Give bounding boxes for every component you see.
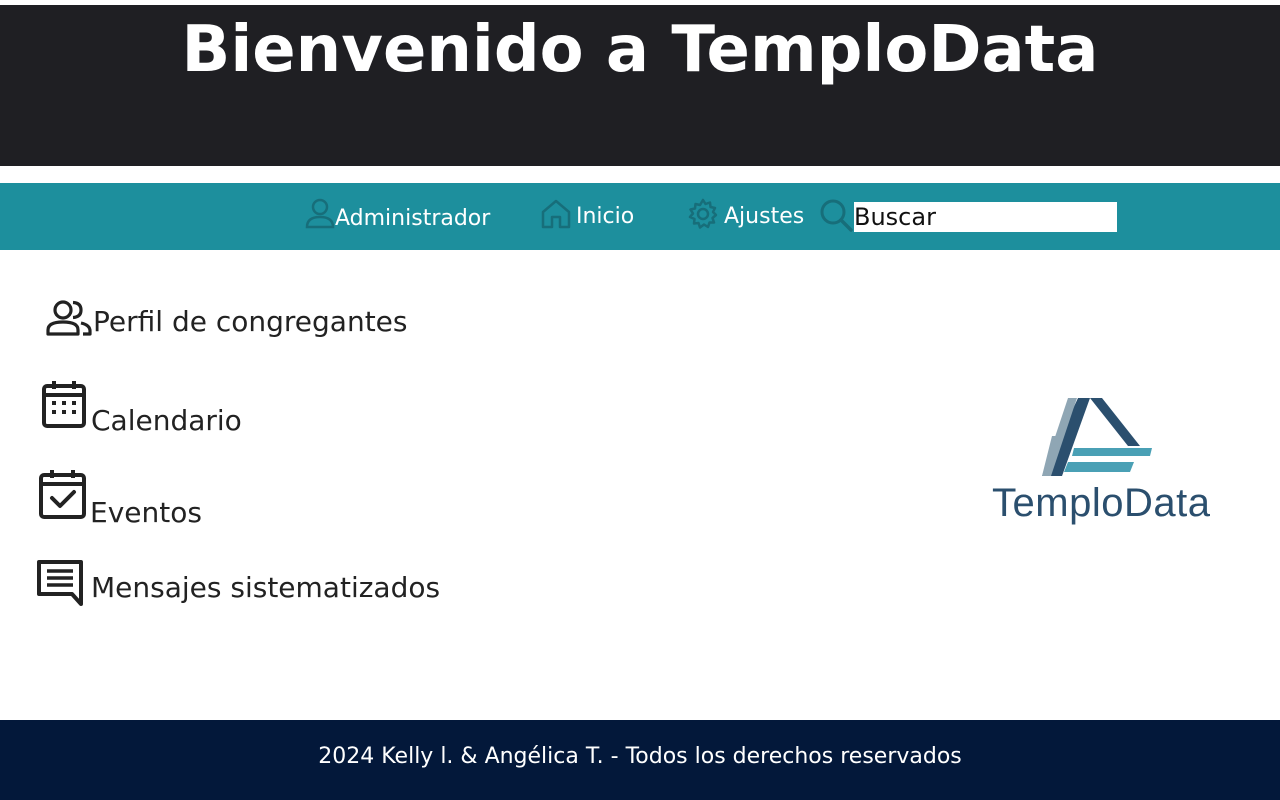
logo-mark-icon [1042, 398, 1152, 476]
menu-item-calendario[interactable]: Calendario [41, 379, 242, 438]
menu-item-mensajes-sistematizados[interactable]: Mensajes sistematizados [36, 559, 440, 614]
nav-item-label: Ajustes [724, 204, 805, 229]
nav-item-inicio[interactable]: Inicio [540, 183, 634, 250]
footer-copyright: 2024 Kelly l. & Angélica T. - Todos los … [318, 744, 962, 769]
nav-item-administrador[interactable]: Administrador [305, 183, 490, 250]
gear-icon [686, 197, 720, 237]
nav-item-ajustes[interactable]: Ajustes [686, 183, 804, 250]
menu-item-label: Eventos [90, 496, 202, 529]
menu-item-label: Calendario [91, 404, 242, 437]
calendar-check-icon [38, 468, 90, 529]
logo-text: TemploData [992, 481, 1211, 525]
user-icon [305, 197, 335, 237]
menu-item-label: Perfil de congregantes [93, 305, 408, 338]
search-icon[interactable] [818, 197, 854, 237]
message-icon [36, 559, 88, 614]
menu-item-perfil-de-congregantes[interactable]: Perfil de congregantes [45, 298, 407, 345]
users-icon [45, 298, 93, 345]
home-icon [540, 197, 572, 237]
page-title: Bienvenido a TemploData [181, 13, 1099, 87]
menu-item-label: Mensajes sistematizados [91, 571, 441, 604]
nav-item-label: Administrador [335, 206, 491, 231]
nav-item-label: Inicio [576, 204, 635, 229]
page-footer: 2024 Kelly l. & Angélica T. - Todos los … [0, 720, 1280, 800]
search-input[interactable] [854, 202, 1117, 232]
page-header: Bienvenido a TemploData [0, 5, 1280, 166]
menu-item-eventos[interactable]: Eventos [38, 468, 202, 529]
calendar-icon [41, 379, 91, 438]
search-area [818, 183, 854, 250]
